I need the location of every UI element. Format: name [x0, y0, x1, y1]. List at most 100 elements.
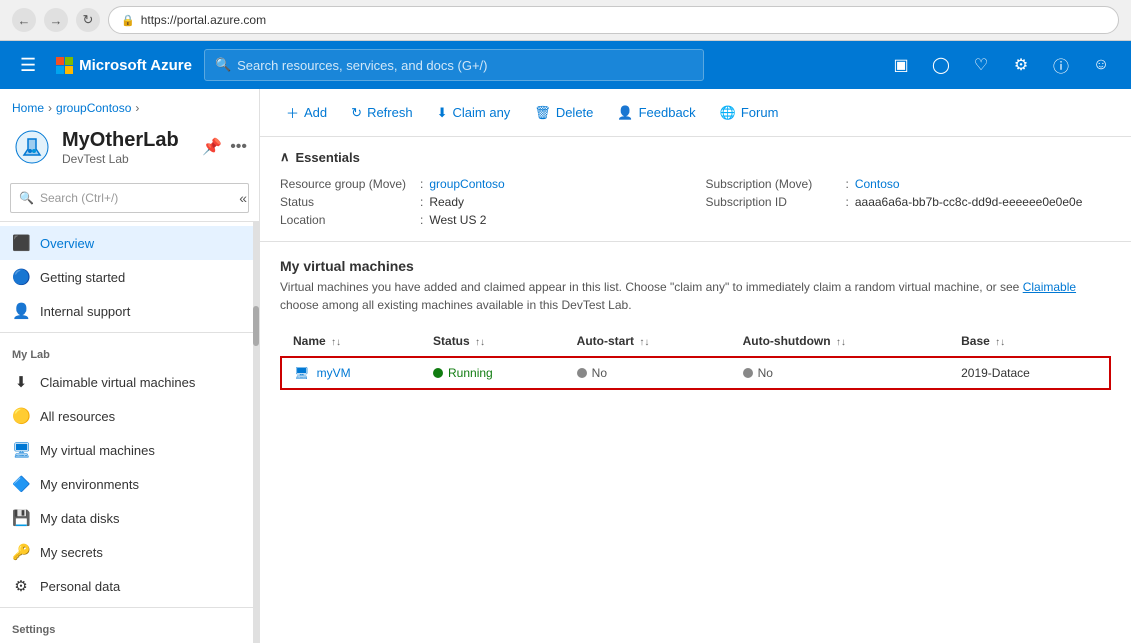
- sidebar-item-all-resources[interactable]: 🟡 All resources: [0, 399, 253, 433]
- vm-base-value: 2019-Datace: [961, 366, 1030, 380]
- azure-logo: Microsoft Azure: [56, 57, 192, 74]
- content-area: ∧ Essentials Resource group (Move) : gro…: [260, 137, 1131, 643]
- hamburger-button[interactable]: ☰: [12, 51, 44, 80]
- essentials-sub-id-value: aaaa6a6a-bb7b-cc8c-dd9d-eeeeee0e0e0e: [855, 195, 1083, 209]
- vm-section: My virtual machines Virtual machines you…: [260, 242, 1131, 406]
- mylab-section-label: My Lab: [0, 337, 253, 365]
- sidebar-personal-data-label: Personal data: [40, 579, 120, 594]
- essentials-row-sub-id: Subscription ID : aaaa6a6a-bb7b-cc8c-dd9…: [706, 193, 1112, 211]
- essentials-rg-value[interactable]: groupContoso: [429, 177, 504, 191]
- sidebar-item-getting-started[interactable]: 🔵 Getting started: [0, 260, 253, 294]
- sidebar-overview-label: Overview: [40, 236, 94, 251]
- sidebar-scroll-area: ⬛ Overview 🔵 Getting started 👤 Internal …: [0, 222, 259, 643]
- base-sort-icon[interactable]: ↑↓: [995, 337, 1005, 348]
- autostart-label: No: [592, 366, 607, 380]
- topbar-icons: ▣ ◯ ♡ ⚙ ⓘ ☺: [883, 47, 1119, 83]
- essentials-row-status: Status : Ready: [280, 193, 686, 211]
- name-sort-icon[interactable]: ↑↓: [331, 337, 341, 348]
- feedback-button[interactable]: 👤 Feedback: [607, 99, 705, 127]
- essentials-subscription-value[interactable]: Contoso: [855, 177, 900, 191]
- col-autostart: Auto-start ↑↓: [565, 326, 731, 357]
- collapse-sidebar-icon[interactable]: «: [235, 186, 251, 210]
- autoshutdown-label: No: [758, 366, 773, 380]
- essentials-section: ∧ Essentials Resource group (Move) : gro…: [260, 137, 1131, 242]
- reload-button[interactable]: ↻: [76, 8, 100, 32]
- global-search[interactable]: 🔍: [204, 49, 704, 81]
- back-button[interactable]: ←: [12, 8, 36, 32]
- sidebar: Home › groupContoso › MyOtherLa: [0, 89, 260, 643]
- sidebar-item-my-disks[interactable]: 💾 My data disks: [0, 501, 253, 535]
- directory-icon[interactable]: ◯: [923, 47, 959, 83]
- vm-section-title: My virtual machines: [280, 258, 1111, 274]
- sidebar-all-resources-label: All resources: [40, 409, 115, 424]
- vm-name-link[interactable]: myVM: [317, 366, 351, 380]
- pin-icon[interactable]: 📌: [202, 137, 222, 157]
- essentials-header[interactable]: ∧ Essentials: [280, 149, 1111, 165]
- settings-section-label: Settings: [0, 612, 253, 640]
- content-wrapper: ＋ Add ↻ Refresh ⬇ Claim any 🗑 Delete 👤 F…: [260, 89, 1131, 643]
- devtest-lab-icon: [12, 127, 52, 167]
- search-placeholder: Search (Ctrl+/): [40, 191, 118, 205]
- claim-any-button[interactable]: ⬇ Claim any: [427, 99, 521, 127]
- internal-support-icon: 👤: [12, 302, 30, 320]
- vm-section-desc: Virtual machines you have added and clai…: [280, 278, 1111, 314]
- autoshutdown-sort-icon[interactable]: ↑↓: [836, 337, 846, 348]
- table-header-row: Name ↑↓ Status ↑↓ Auto-start ↑↓ Auto-shu…: [281, 326, 1110, 357]
- autostart-no: No: [577, 366, 719, 380]
- my-vms-icon: 🖥: [12, 441, 30, 459]
- getting-started-icon: 🔵: [12, 268, 30, 286]
- cloud-shell-icon[interactable]: ▣: [883, 47, 919, 83]
- resource-header: MyOtherLab DevTest Lab 📌 •••: [12, 121, 247, 175]
- all-resources-icon: 🟡: [12, 407, 30, 425]
- status-sort-icon[interactable]: ↑↓: [475, 337, 485, 348]
- sidebar-scrollbar[interactable]: [253, 222, 259, 643]
- sidebar-my-vms-label: My virtual machines: [40, 443, 155, 458]
- sidebar-search-input[interactable]: 🔍 Search (Ctrl+/): [10, 183, 249, 213]
- user-icon[interactable]: ☺: [1083, 47, 1119, 83]
- table-row[interactable]: 🖥 myVM Running: [281, 357, 1110, 389]
- url-bar[interactable]: 🔒 https://portal.azure.com: [108, 6, 1119, 34]
- sidebar-nav: ⬛ Overview 🔵 Getting started 👤 Internal …: [0, 222, 253, 643]
- essentials-collapse-icon: ∧: [280, 149, 290, 165]
- sidebar-item-internal-support[interactable]: 👤 Internal support: [0, 294, 253, 328]
- breadcrumb-home[interactable]: Home: [12, 101, 44, 115]
- claimable-link[interactable]: Claimable: [1023, 280, 1076, 294]
- settings-icon[interactable]: ⚙: [1003, 47, 1039, 83]
- sidebar-claimable-vms-label: Claimable virtual machines: [40, 375, 195, 390]
- forward-button[interactable]: →: [44, 8, 68, 32]
- sidebar-item-my-secrets[interactable]: 🔑 My secrets: [0, 535, 253, 569]
- col-name: Name ↑↓: [281, 326, 421, 357]
- sidebar-item-claimable-vms[interactable]: ⬇ Claimable virtual machines: [0, 365, 253, 399]
- sidebar-divider-1: [0, 332, 253, 333]
- autostart-sort-icon[interactable]: ↑↓: [639, 337, 649, 348]
- my-secrets-icon: 🔑: [12, 543, 30, 561]
- sidebar-item-my-vms[interactable]: 🖥 My virtual machines: [0, 433, 253, 467]
- sidebar-item-overview[interactable]: ⬛ Overview: [0, 226, 253, 260]
- sidebar-internal-support-label: Internal support: [40, 304, 130, 319]
- more-icon[interactable]: •••: [230, 138, 247, 156]
- essentials-status-value: Ready: [429, 195, 464, 209]
- notifications-icon[interactable]: ♡: [963, 47, 999, 83]
- claim-icon: ⬇: [437, 105, 448, 121]
- col-base: Base ↑↓: [949, 326, 1110, 357]
- delete-button[interactable]: 🗑 Delete: [524, 99, 603, 127]
- running-status: Running: [433, 366, 553, 380]
- refresh-button[interactable]: ↻ Refresh: [341, 99, 422, 127]
- vm-autostart-cell: No: [565, 357, 731, 389]
- breadcrumb: Home › groupContoso ›: [12, 95, 247, 121]
- search-input[interactable]: [237, 58, 693, 73]
- add-button[interactable]: ＋ Add: [276, 97, 337, 128]
- essentials-col-right: Subscription (Move) : Contoso Subscripti…: [706, 175, 1112, 229]
- essentials-row-location: Location : West US 2: [280, 211, 686, 229]
- claimable-vms-icon: ⬇: [12, 373, 30, 391]
- forum-button[interactable]: 🌐 Forum: [710, 99, 789, 127]
- search-icon: 🔍: [215, 57, 231, 73]
- vm-name-cell: 🖥 myVM: [281, 357, 421, 389]
- essentials-col-left: Resource group (Move) : groupContoso Sta…: [280, 175, 686, 229]
- sidebar-item-my-envs[interactable]: 🔷 My environments: [0, 467, 253, 501]
- breadcrumb-group[interactable]: groupContoso: [56, 101, 131, 115]
- sidebar-item-personal-data[interactable]: ⚙ Personal data: [0, 569, 253, 603]
- sidebar-divider-2: [0, 607, 253, 608]
- essentials-row-rg: Resource group (Move) : groupContoso: [280, 175, 686, 193]
- help-icon[interactable]: ⓘ: [1043, 47, 1079, 83]
